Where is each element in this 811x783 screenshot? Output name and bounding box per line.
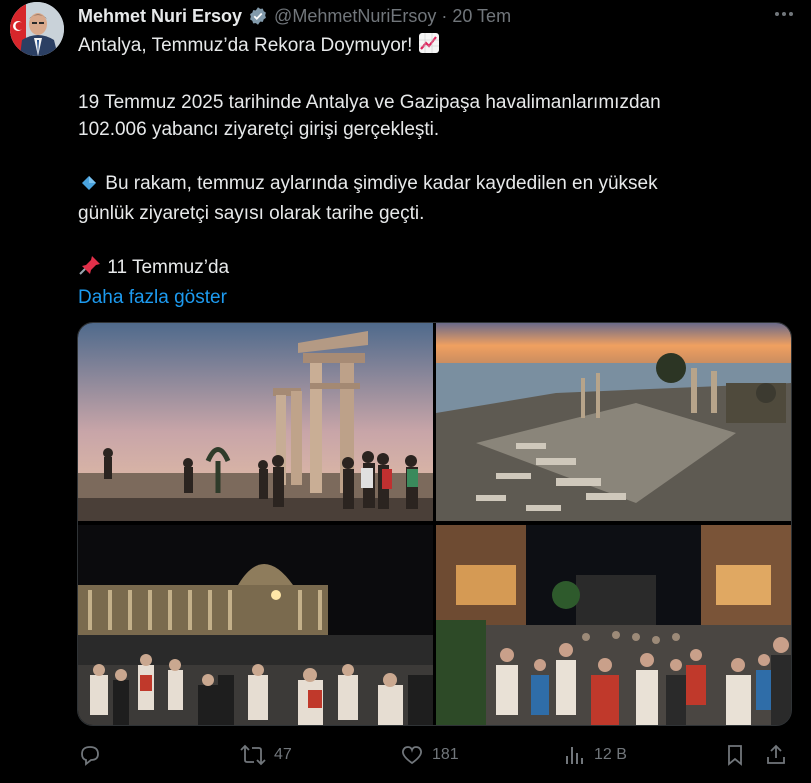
bookmark-button[interactable] — [724, 742, 746, 768]
post-text-line: Bu rakam, temmuz aylarında şimdiye kadar… — [105, 173, 658, 194]
tweet-header: Mehmet Nuri Ersoy @MehmetNuriErsoy · 20 … — [78, 4, 797, 28]
bookmark-icon — [728, 745, 742, 766]
post-text-line: 102.006 yabancı ziyaretçi girişi gerçekl… — [78, 119, 440, 140]
like-button[interactable]: 181 — [400, 742, 459, 768]
heart-icon — [402, 746, 422, 765]
separator-dot: · — [441, 5, 448, 26]
post-paragraph-3: 11 Temmuz’da — [78, 254, 778, 284]
more-options-icon[interactable] — [773, 4, 795, 30]
tweet: Mehmet Nuri Ersoy @MehmetNuriErsoy · 20 … — [0, 0, 811, 783]
share-icon — [767, 744, 785, 764]
timestamp[interactable]: 20 Tem — [452, 6, 511, 27]
author-handle[interactable]: @MehmetNuriErsoy — [274, 6, 436, 27]
post-paragraph-2: Bu rakam, temmuz aylarında şimdiye kadar… — [78, 170, 778, 227]
like-count: 181 — [432, 746, 459, 763]
views-chart-icon — [566, 747, 583, 764]
retweet-button[interactable]: 47 — [240, 742, 292, 768]
reply-button[interactable] — [78, 742, 110, 768]
post-paragraph-1: 19 Temmuz 2025 tarihinde Antalya ve Gazi… — [78, 89, 778, 143]
share-button[interactable] — [764, 742, 788, 768]
avatar[interactable] — [10, 2, 64, 56]
author-name[interactable]: Mehmet Nuri Ersoy — [78, 6, 242, 27]
blue-diamond-icon — [78, 173, 100, 200]
chart-increasing-icon — [418, 32, 440, 62]
post-text-line: 19 Temmuz 2025 tarihinde Antalya ve Gazi… — [78, 92, 661, 113]
photo-temple-apollo-sunset[interactable] — [78, 323, 433, 521]
photo-theatre-night[interactable] — [78, 525, 433, 725]
post-text-line: 11 Temmuz’da — [107, 257, 230, 278]
views-count: 12 B — [594, 746, 627, 763]
show-more-link[interactable]: Daha fazla göster — [78, 287, 227, 308]
post-text-line: günlük ziyaretçi sayısı olarak tarihe ge… — [78, 203, 425, 224]
media-grid[interactable] — [77, 322, 792, 726]
photo-side-aerial-sunset[interactable] — [436, 323, 791, 521]
tweet-text: Antalya, Temmuz’da Rekora Doymuyor! 19 T… — [78, 32, 778, 311]
photo-street-crowd-night[interactable] — [436, 525, 791, 725]
verified-badge-icon — [248, 6, 268, 26]
retweet-count: 47 — [274, 746, 292, 763]
post-headline: Antalya, Temmuz’da Rekora Doymuyor! — [78, 35, 413, 56]
views-button[interactable]: 12 B — [564, 742, 627, 768]
action-bar: 47 181 12 B — [78, 742, 790, 768]
pushpin-icon — [78, 254, 102, 284]
retweet-icon — [240, 744, 266, 766]
reply-icon — [81, 746, 99, 766]
